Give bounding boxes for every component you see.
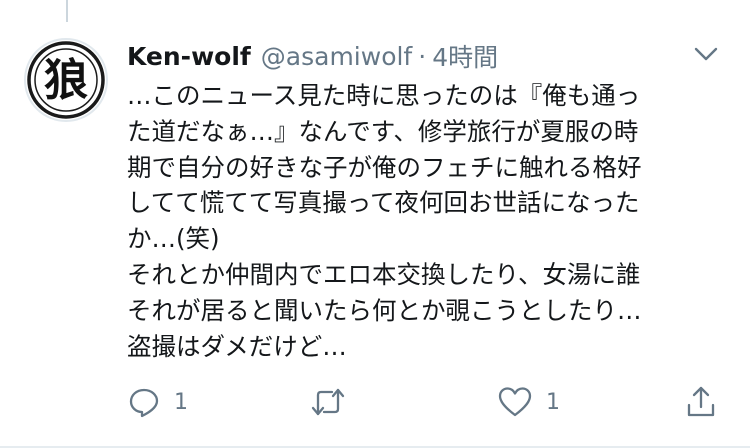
tweet-text-line: それとか仲間内でエロ本交換したり、女湯に誰	[127, 259, 641, 289]
tweet-text-line: …このニュース見た時に思ったのは『俺も通っ	[127, 81, 641, 110]
timestamp[interactable]: 4時間	[432, 38, 498, 74]
reply-icon	[129, 388, 159, 418]
reply-count: 1	[174, 389, 188, 415]
tweet-actions-bar: 1 1	[0, 382, 750, 422]
tweet-text-line: 盗撮はダメだけど…	[127, 331, 347, 361]
display-name[interactable]: Ken-wolf	[127, 42, 251, 71]
reply-button[interactable]: 1	[128, 382, 188, 422]
tweet-text-line: た道だなぁ…』なんです、修学旅行が夏服の時	[127, 116, 639, 146]
avatar-emblem-icon: 狼	[27, 41, 105, 119]
tweet-text: …このニュース見た時に思ったのは『俺も通っ た道だなぁ…』なんです、修学旅行が夏…	[127, 78, 727, 364]
share-button[interactable]	[685, 382, 717, 422]
share-icon	[687, 386, 715, 417]
more-options-button[interactable]	[690, 42, 722, 66]
tweet-text-line: してて慌てて写真撮って夜何回お世話になった	[127, 188, 640, 218]
avatar[interactable]: 狼	[24, 38, 108, 122]
like-button[interactable]: 1	[498, 382, 560, 422]
tweet-text-line: 期で自分の好きな子が俺のフェチに触れる格好	[127, 152, 642, 182]
tweet-text-line: それが居ると聞いたら何とか覗こうとしたり…	[127, 295, 642, 325]
heart-icon	[498, 387, 532, 417]
tweet-text-line: か…(笑)	[127, 224, 220, 254]
tweet-header: Ken-wolf @asamiwolf · 4時間	[127, 38, 498, 74]
avatar-glyph: 狼	[44, 55, 88, 106]
retweet-icon	[311, 388, 345, 416]
retweet-button[interactable]	[310, 382, 360, 422]
chevron-down-icon	[694, 47, 718, 61]
user-handle[interactable]: @asamiwolf	[261, 42, 412, 71]
separator-dot: ·	[418, 41, 427, 71]
like-count: 1	[546, 389, 560, 415]
thread-connector-line	[66, 0, 68, 22]
